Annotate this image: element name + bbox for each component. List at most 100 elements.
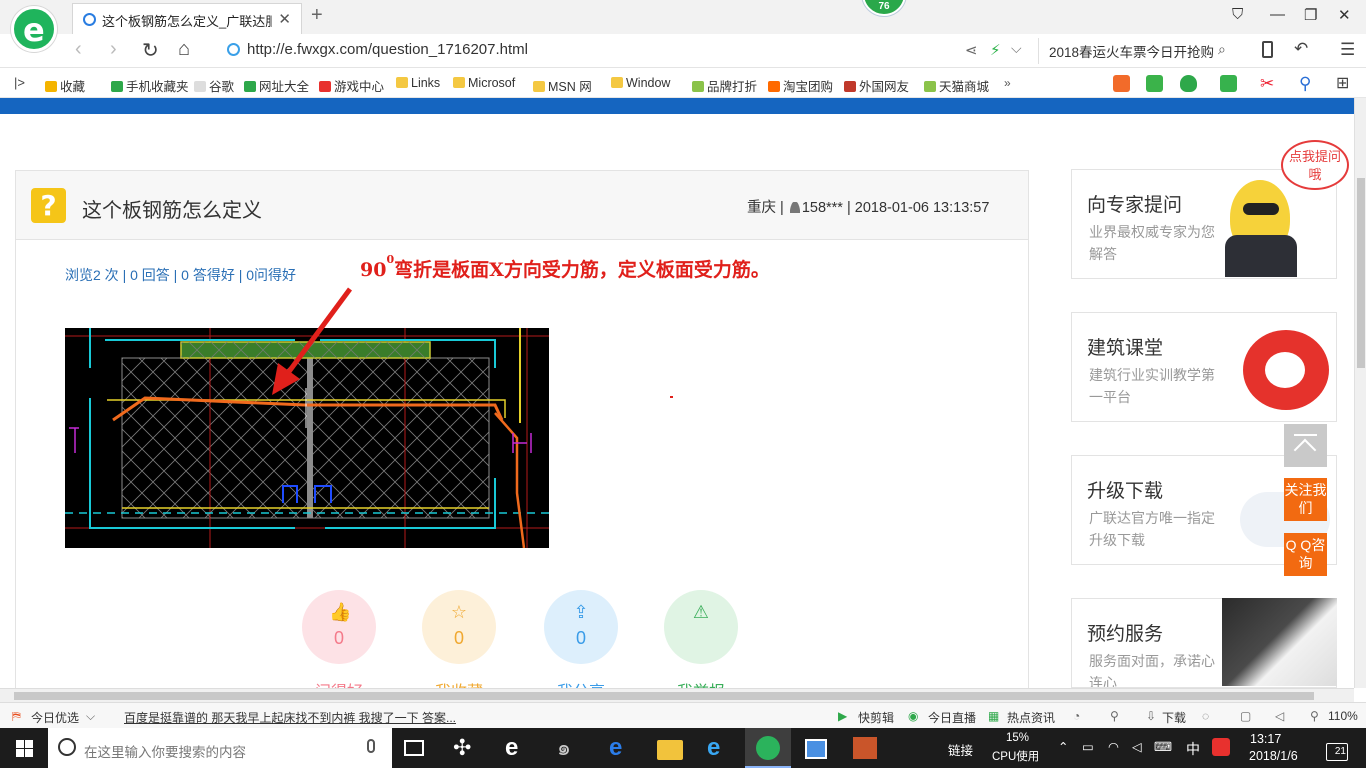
favorite-item[interactable]: 谷歌 — [194, 76, 234, 95]
video-edit-icon[interactable]: ▶ — [838, 709, 847, 723]
close-tab-icon[interactable]: ✕ — [278, 10, 291, 28]
clean-icon[interactable]: ◌ — [1202, 709, 1209, 723]
search-icon[interactable]: ⌕ — [1218, 41, 1226, 58]
action-star-button[interactable]: ☆ 0 — [422, 590, 496, 664]
shirt-skin-icon[interactable]: ⛉ — [1232, 6, 1243, 23]
url-input[interactable]: http://e.fwxgx.com/question_1716207.html — [247, 41, 528, 58]
favorite-item[interactable]: 手机收藏夹 — [111, 76, 189, 95]
volume-icon[interactable]: ◁ — [1132, 739, 1142, 754]
360-browser-icon[interactable] — [756, 736, 780, 760]
undo-icon[interactable]: ↶ — [1294, 39, 1308, 59]
file-explorer-icon[interactable] — [657, 740, 683, 760]
sogou-ime-icon[interactable] — [1212, 738, 1230, 756]
tab-active[interactable]: 这个板钢筋怎么定义_广联达服务新干线 ✕ — [72, 3, 302, 34]
share-icon[interactable]: ⋖ — [965, 41, 978, 59]
favorite-item[interactable]: Links — [396, 76, 440, 90]
favorite-item[interactable]: 淘宝团购 — [768, 76, 833, 95]
kuaijianji-link[interactable]: 快剪辑 — [858, 709, 894, 726]
download-link[interactable]: 下载 — [1162, 709, 1186, 726]
classroom-logo-icon[interactable] — [1243, 330, 1329, 410]
restore-button[interactable]: ❐ — [1304, 6, 1317, 24]
action-label[interactable]: 我分享 — [541, 678, 621, 688]
forward-button[interactable]: › — [110, 38, 117, 61]
favorite-item[interactable]: Microsof — [453, 76, 515, 90]
magnifier-ext-icon[interactable]: ⚲ — [1299, 75, 1316, 92]
edge-legacy-icon[interactable]: e — [505, 736, 531, 760]
windows-start-icon[interactable] — [0, 728, 48, 768]
favorite-item[interactable]: 网址大全 — [244, 76, 309, 95]
favorite-item[interactable]: 天猫商城 — [924, 76, 989, 95]
book-ext-icon[interactable] — [1146, 75, 1163, 92]
task-view-icon[interactable] — [404, 740, 424, 756]
cortana-icon[interactable] — [58, 738, 76, 756]
sidebar-toggle-icon[interactable]: |> — [14, 75, 25, 90]
today-pick-link[interactable]: 今日优选 — [31, 709, 79, 726]
clock-time[interactable]: 13:17 — [1250, 732, 1281, 746]
speaker-icon[interactable]: ◁ — [1275, 709, 1284, 723]
shield-ext-icon[interactable] — [1180, 75, 1197, 92]
follow-us-button[interactable]: 关注我们 — [1284, 478, 1327, 521]
live-link[interactable]: 今日直播 — [928, 709, 976, 726]
speed-icon[interactable]: ◔ — [1073, 709, 1080, 723]
search-input[interactable]: 2018春运火车票今日开抢购 — [1049, 41, 1217, 59]
internet-explorer-icon[interactable]: e — [707, 736, 733, 760]
tray-expand-icon[interactable]: ⌃ — [1058, 739, 1068, 754]
site-security-icon[interactable] — [227, 43, 240, 56]
minimize-button[interactable]: — — [1270, 6, 1285, 23]
chevron-down-icon[interactable]: ⌵ — [86, 709, 95, 724]
action-label[interactable]: 问得好 — [299, 678, 379, 688]
action-thumbs-up-button[interactable]: 👍 0 — [302, 590, 376, 664]
swirl-app-icon[interactable]: ๑ — [557, 736, 583, 760]
clock-date[interactable]: 2018/1/6 — [1249, 749, 1298, 763]
mobile-icon[interactable] — [1262, 41, 1273, 58]
discount-ext-icon[interactable] — [1113, 75, 1130, 92]
fan-app-icon[interactable]: ✣ — [453, 736, 479, 760]
favorite-item[interactable]: Window — [611, 76, 670, 90]
taskbar-search-input[interactable]: 在这里输入你要搜索的内容 — [84, 741, 246, 761]
translate-ext-icon[interactable] — [1220, 75, 1237, 92]
new-tab-button[interactable]: + — [311, 4, 323, 27]
hot-news-icon[interactable]: ▦ — [988, 709, 999, 723]
favorite-item[interactable]: 收藏 — [45, 76, 85, 95]
back-to-top-button[interactable] — [1284, 424, 1327, 467]
browser-logo-icon[interactable]: e — [11, 6, 57, 52]
refresh-button[interactable]: ↻ — [142, 38, 159, 63]
favorite-item[interactable]: 游戏中心 — [319, 76, 384, 95]
qq-consult-button[interactable]: Q Q咨询 — [1284, 533, 1327, 576]
back-button[interactable]: ‹ — [75, 38, 82, 61]
today-pick-icon[interactable]: ⛿ — [12, 709, 21, 724]
more-favorites-icon[interactable]: » — [1004, 76, 1011, 90]
favorite-item[interactable]: 品牌打折 — [692, 76, 757, 95]
scissors-ext-icon[interactable]: ✂ — [1260, 75, 1277, 92]
wifi-icon[interactable]: ◠ — [1108, 739, 1119, 754]
home-button[interactable]: ⌂ — [178, 38, 190, 61]
pin-icon[interactable]: ⚲ — [1110, 709, 1119, 723]
news-ticker-link[interactable]: 百度是挺靠谱的 那天我早上起床找不到内裤 我搜了一下 答案... — [124, 709, 464, 726]
action-share-button[interactable]: ⇪ 0 — [544, 590, 618, 664]
download-icon[interactable]: ⇩ — [1146, 709, 1156, 723]
page-vertical-scrollbar[interactable] — [1354, 98, 1366, 688]
zoom-icon[interactable]: ⚲ — [1310, 709, 1319, 723]
ime-indicator[interactable]: 中 — [1186, 739, 1200, 759]
clipboard-app-icon[interactable] — [805, 739, 827, 759]
pdf-app-icon[interactable] — [853, 737, 877, 759]
notifications-icon[interactable]: 21 — [1326, 743, 1348, 761]
close-window-button[interactable]: ✕ — [1338, 6, 1351, 24]
ask-me-bubble[interactable]: 点我提问哦 — [1281, 140, 1349, 190]
action-label[interactable]: 我举报 — [661, 678, 741, 688]
menu-icon[interactable]: ☰ — [1340, 40, 1355, 60]
zoom-level[interactable]: 110% — [1328, 709, 1358, 723]
keyboard-icon[interactable]: ⌨ — [1154, 739, 1172, 754]
page-horizontal-scrollbar[interactable] — [0, 688, 1354, 702]
tray-link[interactable]: 链接 — [948, 740, 973, 759]
lightning-icon[interactable]: ⚡ — [990, 41, 1001, 59]
battery-icon[interactable]: ▭ — [1082, 739, 1094, 754]
hot-news-link[interactable]: 热点资讯 — [1007, 709, 1055, 726]
window-icon[interactable]: ▢ — [1240, 709, 1251, 723]
chevron-down-icon[interactable]: ⌵ — [1011, 40, 1022, 57]
microphone-icon[interactable] — [367, 739, 375, 753]
favorite-item[interactable]: MSN 网 — [533, 76, 592, 95]
live-icon[interactable]: ◉ — [908, 709, 918, 723]
action-label[interactable]: 我收藏 — [419, 678, 499, 688]
action-warning-button[interactable]: ⚠ — [664, 590, 738, 664]
